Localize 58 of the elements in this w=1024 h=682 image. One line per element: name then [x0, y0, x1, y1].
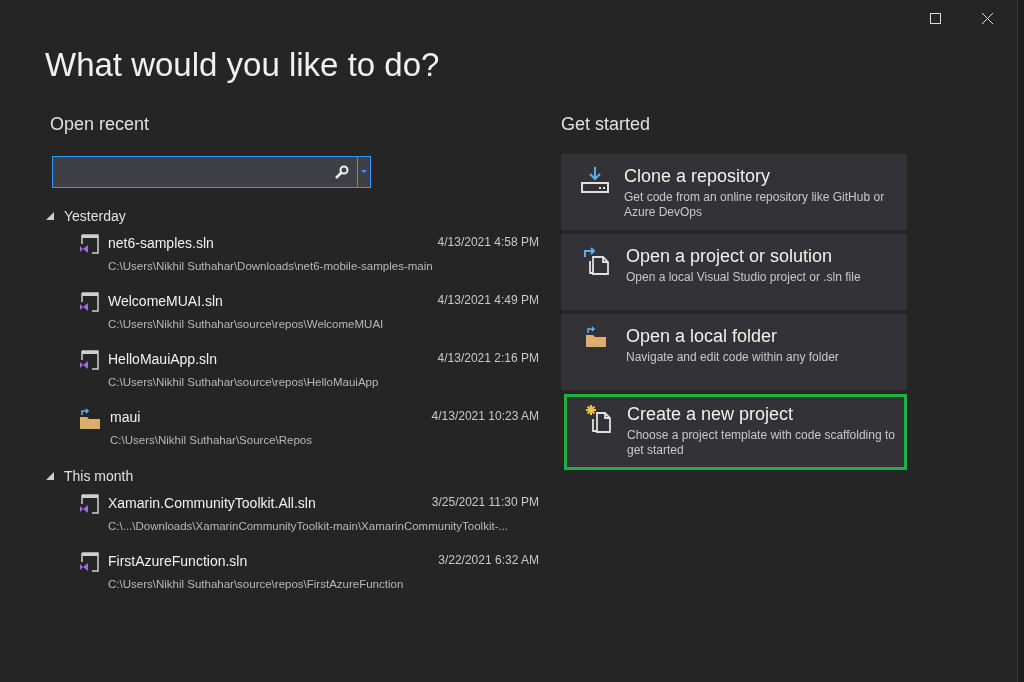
item-name: WelcomeMUAI.sln: [108, 292, 223, 312]
item-date: 4/13/2021 10:23 AM: [431, 408, 539, 426]
item-date: 4/13/2021 2:16 PM: [437, 350, 539, 368]
folder-icon: [584, 325, 608, 350]
solution-file-icon: [78, 551, 100, 574]
folder-icon: [78, 407, 102, 432]
group-header[interactable]: This month: [46, 465, 561, 488]
expanded-triangle-icon: [46, 212, 54, 221]
action-title: Create a new project: [627, 403, 795, 426]
section-heading: Open recent: [50, 113, 151, 137]
maximize-icon: [929, 12, 941, 24]
open-file-icon: [581, 245, 611, 276]
recent-item[interactable]: net6-samples.sln 4/13/2021 4:58 PM C:\Users\Nikhil Suthahar\Downloads\net6-mobile-samples-main: [50, 227, 561, 286]
recent-item[interactable]: HelloMauiApp.sln 4/13/2021 2:16 PM C:\Users\Nikhil Suthahar\source\repos\HelloMauiApp: [50, 343, 561, 402]
solution-file-icon: [78, 291, 100, 314]
item-date: 4/13/2021 4:58 PM: [437, 234, 539, 252]
section-heading: Get started: [561, 113, 652, 137]
action-description: Get code from an online repository like GitHub or Azure DevOps: [624, 189, 886, 220]
close-icon: [981, 12, 993, 24]
item-name: HelloMauiApp.sln: [108, 350, 217, 370]
item-name: Xamarin.CommunityToolkit.All.sln: [108, 494, 316, 514]
action-card[interactable]: Open a project or solution Open a local Visual Studio project or .sln file: [561, 234, 907, 311]
action-card[interactable]: Create a new project Choose a project template with code scaffolding to get started: [564, 394, 907, 471]
item-path: C:\Users\Nikhil Suthahar\source\repos\WelcomeMUAI: [108, 317, 385, 333]
item-path: C:\Users\Nikhil Suthahar\Source\Repos: [110, 433, 313, 449]
search-icon: [335, 165, 349, 180]
recent-item[interactable]: Xamarin.CommunityToolkit.All.sln 3/25/2021 11:30 PM C:\...\Downloads\XamarinCommunityToolkit-main\XamarinCommunityToolkit-...: [50, 487, 561, 546]
expanded-triangle-icon: [46, 472, 54, 481]
item-date: 3/22/2021 6:32 AM: [438, 552, 539, 570]
item-name: FirstAzureFunction.sln: [108, 552, 248, 572]
item-path: C:\Users\Nikhil Suthahar\Downloads\net6-mobile-samples-main: [108, 259, 434, 275]
action-description: Open a local Visual Studio project or .sln file: [626, 269, 861, 285]
action-title: Open a project or solution: [626, 245, 834, 268]
item-date: 4/13/2021 4:49 PM: [437, 292, 539, 310]
recent-item[interactable]: WelcomeMUAI.sln 4/13/2021 4:49 PM C:\Users\Nikhil Suthahar\source\repos\WelcomeMUAI: [50, 285, 561, 344]
item-name: net6-samples.sln: [108, 234, 214, 254]
solution-file-icon: [78, 493, 100, 516]
download-drive-icon: [580, 165, 610, 196]
action-title: Open a local folder: [626, 325, 779, 348]
action-description: Choose a project template with code scaffolding to get started: [627, 427, 896, 458]
new-file-icon: [583, 403, 613, 434]
item-path: C:\Users\Nikhil Suthahar\source\repos\FirstAzureFunction: [108, 577, 405, 593]
item-path: C:\Users\Nikhil Suthahar\source\repos\HelloMauiApp: [108, 375, 380, 391]
action-description: Navigate and edit code within any folder: [626, 349, 839, 365]
recent-item[interactable]: FirstAzureFunction.sln 3/22/2021 6:32 AM C:\Users\Nikhil Suthahar\source\repos\FirstAzureFunction: [50, 545, 561, 604]
solution-file-icon: [78, 349, 100, 372]
group-header[interactable]: Yesterday: [46, 205, 561, 228]
solution-file-icon: [78, 233, 100, 256]
item-name: maui: [110, 408, 141, 428]
action-card[interactable]: Clone a repository Get code from an online repository like GitHub or Azure DevOps: [561, 154, 907, 231]
action-card[interactable]: Open a local folder Navigate and edit code within any folder: [561, 314, 907, 391]
item-path: C:\...\Downloads\XamarinCommunityToolkit-main\XamarinCommunityToolkit-...: [108, 519, 510, 535]
action-title: Clone a repository: [624, 165, 772, 188]
dropdown-icon[interactable]: [359, 169, 369, 176]
window-title: What would you like to do?: [45, 45, 441, 85]
search-field[interactable]: [52, 156, 371, 189]
item-date: 3/25/2021 11:30 PM: [431, 494, 539, 512]
recent-item[interactable]: maui 4/13/2021 10:23 AM C:\Users\Nikhil Suthahar\Source\Repos: [50, 401, 561, 460]
